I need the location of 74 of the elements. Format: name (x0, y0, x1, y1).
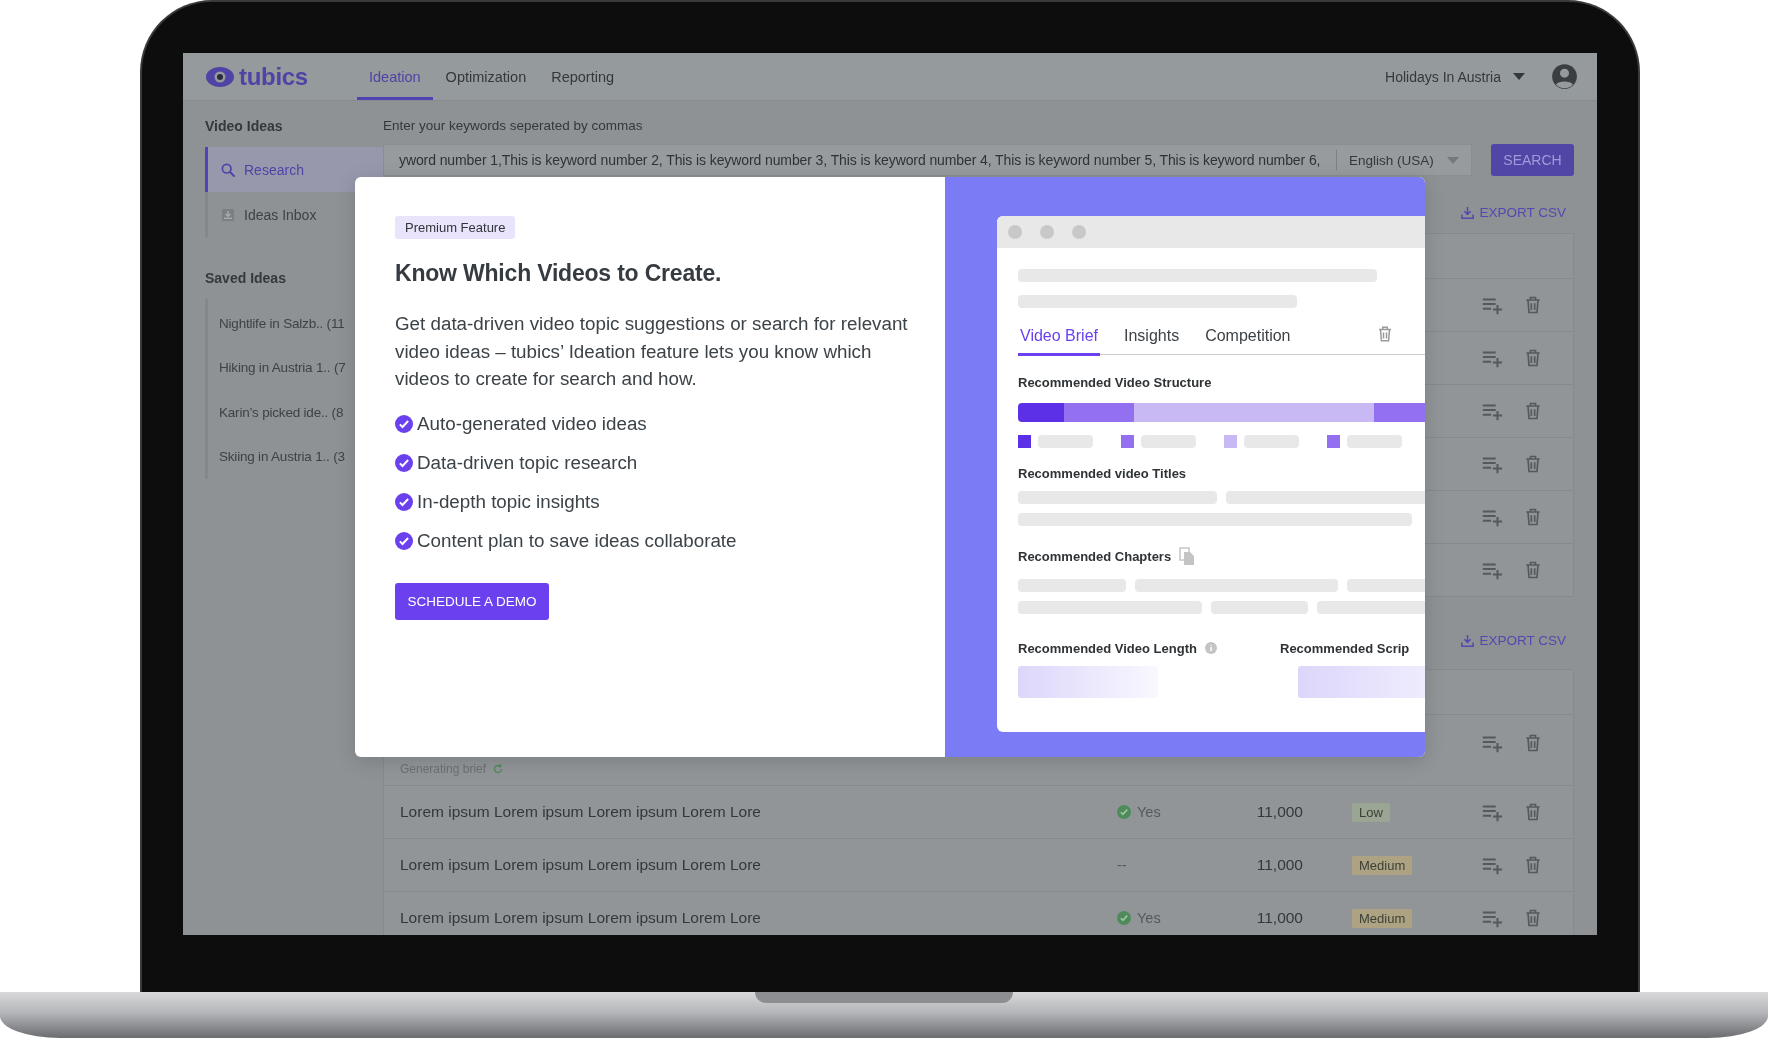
trash-icon[interactable] (1523, 507, 1543, 527)
nav-tab[interactable]: Optimization (433, 53, 539, 100)
premium-badge: Premium Feature (395, 216, 516, 239)
section-heading: Recommended video Titles (1018, 464, 1188, 482)
feature-text: Data-driven topic research (417, 451, 638, 474)
window-dot (1072, 225, 1086, 239)
check-circle-icon (395, 414, 413, 433)
feature-text: Auto-generated video ideas (417, 412, 647, 435)
competition-tag: Medium (1352, 855, 1413, 875)
check-circle-icon (395, 531, 413, 550)
download-icon (1460, 204, 1476, 220)
export-csv-link[interactable]: EXPORT CSV (1460, 202, 1574, 222)
competition-tag: Medium (1352, 908, 1413, 928)
copy-icon (1179, 547, 1196, 565)
answer-cell: Yes (1117, 804, 1237, 820)
answer-cell-text: -- (1117, 857, 1128, 873)
trash-icon[interactable] (1523, 348, 1543, 368)
window-dot (1008, 225, 1022, 239)
section-heading: Saved Ideas (205, 269, 287, 287)
eye-logo-icon (205, 65, 235, 88)
feature-text: Content plan to save ideas collaborate (417, 529, 737, 552)
trash-icon[interactable] (1523, 855, 1543, 875)
volume-cell-text: 11,000 (1255, 909, 1303, 927)
section-heading: Recommended Video Length (1018, 639, 1280, 657)
volume-cell-text: 11,000 (1255, 803, 1303, 821)
trash-icon[interactable] (1523, 802, 1543, 822)
caret-icon (1513, 73, 1525, 80)
trash-icon[interactable] (1523, 401, 1543, 421)
schedule-demo-button[interactable]: SCHEDULE A DEMO (395, 582, 549, 620)
answer-cell: Yes (1117, 910, 1237, 926)
trash-icon[interactable] (1523, 560, 1543, 580)
info-icon (1204, 642, 1217, 654)
check-circle-icon (395, 492, 413, 511)
search-icon (220, 161, 236, 178)
modal-title: Know Which Videos to Create. (395, 260, 723, 287)
saved-idea-item[interactable]: Karin’s picked ide.. (8 (205, 390, 383, 435)
saved-idea-item[interactable]: Skiing in Austria 1.. (3 (205, 434, 383, 479)
sidebar-item[interactable]: Research (205, 147, 383, 192)
search-button[interactable]: SEARCH (1491, 144, 1574, 176)
competition-tag: Low (1352, 802, 1390, 822)
inbox-icon (220, 206, 236, 223)
logo-text: tubics (239, 62, 308, 91)
idea-title: Lorem ipsum Lorem ipsum Lorem ipsum Lorem Lore (399, 803, 762, 821)
section-heading: Video Ideas (205, 117, 284, 135)
check-circle-icon (1117, 911, 1131, 925)
section-heading: Recommended Scrip (1280, 639, 1410, 657)
check-circle-icon (1117, 805, 1131, 819)
trash-icon[interactable] (1523, 295, 1543, 315)
avatar-icon[interactable] (1551, 63, 1578, 90)
trash-icon[interactable] (1523, 454, 1543, 474)
preview-tab[interactable]: Competition (1203, 326, 1293, 356)
modal-description: Get data-driven video topic suggestions or search for relevant video ideas – tubics’ Ideation feature lets you know which videos to create for search and how. (395, 312, 909, 392)
window-dot (1040, 225, 1054, 239)
section-heading: Recommended Chapters (1018, 547, 1425, 565)
idea-title: Lorem ipsum Lorem ipsum Lorem ipsum Lorem Lore (399, 909, 762, 927)
nav-tab[interactable]: Ideation (357, 53, 433, 100)
feature-text: In-depth topic insights (417, 490, 600, 513)
workspace-dropdown[interactable]: Holidays In Austria (1379, 53, 1531, 100)
idea-title: Lorem ipsum Lorem ipsum Lorem ipsum Lorem Lore (399, 856, 762, 874)
volume-cell-text: 11,000 (1255, 856, 1303, 874)
export-csv-link[interactable]: EXPORT CSV (1460, 630, 1574, 650)
trash-icon[interactable] (1376, 325, 1394, 343)
trash-icon[interactable] (1523, 733, 1543, 753)
trash-icon[interactable] (1523, 908, 1543, 928)
field-label: Enter your keywords seperated by commas (383, 117, 644, 135)
download-icon (1460, 632, 1476, 648)
refresh-icon (492, 763, 505, 775)
saved-idea-item[interactable]: Nightlife in Salzb.. (11 (205, 301, 383, 346)
check-circle-icon (395, 453, 413, 472)
preview-tab[interactable]: Insights (1122, 326, 1182, 356)
saved-idea-item[interactable]: Hiking in Austria 1.. (7 (205, 345, 383, 390)
nav-tab[interactable]: Reporting (539, 53, 627, 100)
section-heading: Recommended Video Structure (1018, 373, 1213, 391)
preview-tab[interactable]: Video Brief (1018, 326, 1100, 356)
